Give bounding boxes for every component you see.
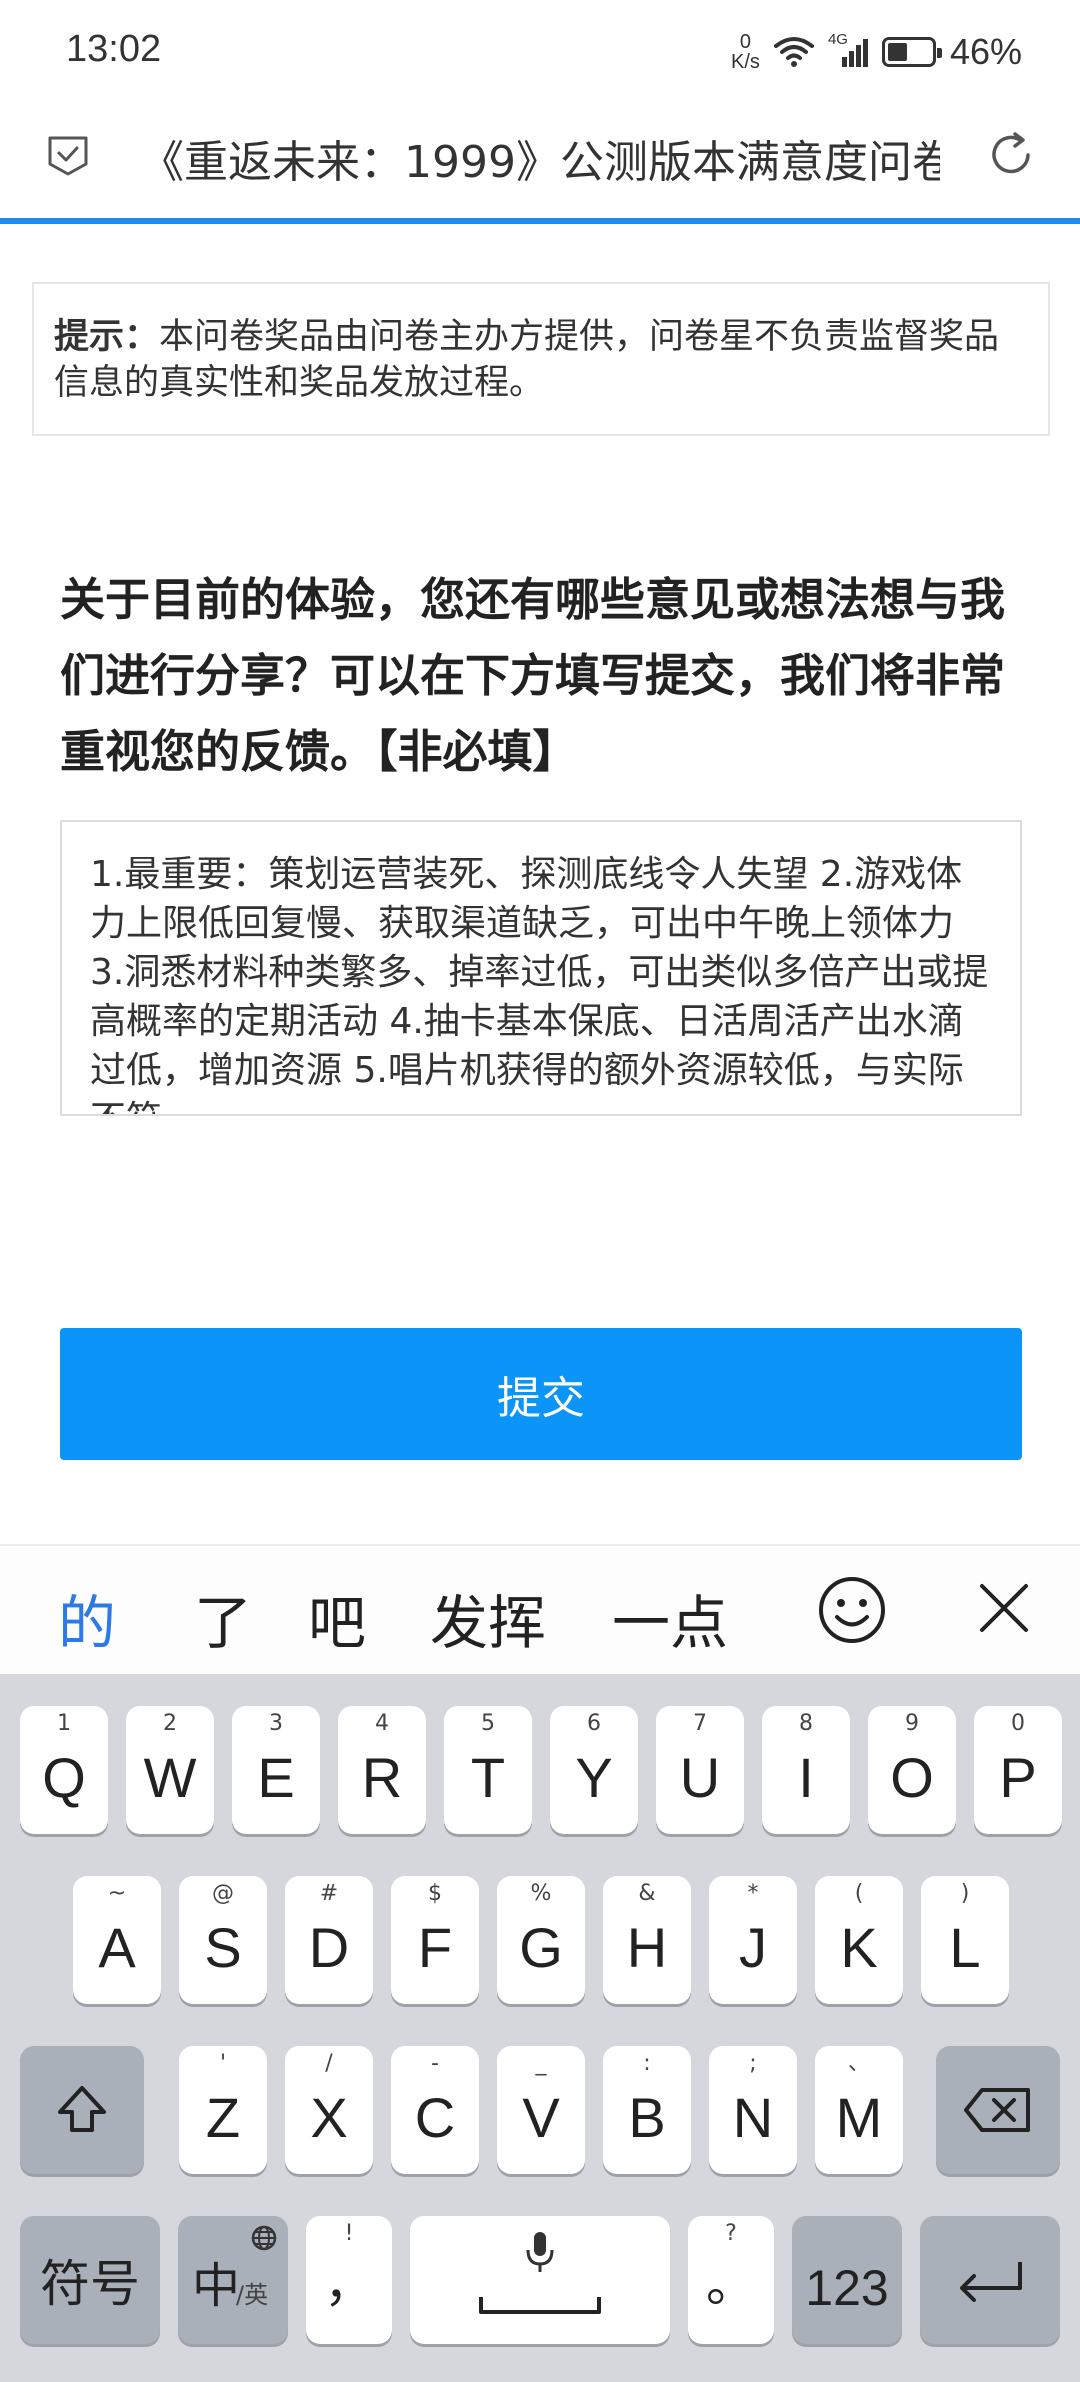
key-z[interactable]: ' Z	[179, 2046, 267, 2174]
key-l[interactable]: ) L	[921, 1876, 1009, 2004]
period-key[interactable]: ?。	[688, 2216, 774, 2344]
close-keyboard-icon[interactable]	[976, 1580, 1032, 1636]
prize-notice: 提示：本问卷奖品由问卷主办方提供，问卷星不负责监督奖品信息的真实性和奖品发放过程…	[32, 282, 1050, 436]
key-b[interactable]: :B	[603, 2046, 691, 2174]
numbers-key[interactable]: 123	[792, 2216, 902, 2344]
key-r[interactable]: 4R	[338, 1706, 426, 1834]
enter-icon	[960, 2262, 1022, 2302]
candidate-1[interactable]: 的	[58, 1576, 116, 1660]
symbols-key[interactable]: 符号	[20, 2216, 160, 2344]
shift-key[interactable]	[20, 2046, 144, 2174]
backspace-icon	[964, 2088, 1030, 2132]
key-p[interactable]: 0P	[974, 1706, 1062, 1834]
page-title: 《重返未来：1999》公测版本满意度问卷	[140, 137, 940, 188]
key-q[interactable]: 1Q	[20, 1706, 108, 1834]
space-bar-icon	[479, 2297, 601, 2314]
key-d[interactable]: # D	[285, 1876, 373, 2004]
key-j[interactable]: * J	[709, 1876, 797, 2004]
ime-candidate-bar: 的 了 吧 发挥 一点	[0, 1544, 1080, 1674]
question-title: 关于目前的体验，您还有哪些意见或想法想与我们进行分享？可以在下方填写提交，我们将…	[60, 573, 1006, 778]
cell-signal-icon: 4G	[828, 31, 868, 69]
key-a[interactable]: ~ A	[73, 1876, 161, 2004]
checkbox-shield-icon[interactable]	[46, 132, 90, 176]
key-o[interactable]: 9O	[868, 1706, 956, 1834]
key-y[interactable]: 6Y	[550, 1706, 638, 1834]
notice-text: 本问卷奖品由问卷主办方提供，问卷星不负责监督奖品信息的真实性和奖品发放过程。	[54, 317, 1000, 403]
net-speed-unit: K/s	[731, 51, 760, 73]
key-c[interactable]: -C	[391, 2046, 479, 2174]
net-speed-value: 0	[739, 31, 752, 53]
enter-key[interactable]	[920, 2216, 1060, 2344]
answer-textarea[interactable]: 1.最重要：策划运营装死、探测底线令人失望 2.游戏体力上限低回复慢、获取渠道缺…	[60, 820, 1022, 1116]
key-w[interactable]: 2W	[126, 1706, 214, 1834]
status-bar: 13:02 0 K/s 4G 46%	[0, 0, 1080, 106]
key-n[interactable]: ; N	[709, 2046, 797, 2174]
key-g[interactable]: % G	[497, 1876, 585, 2004]
key-e[interactable]: 3E	[232, 1706, 320, 1834]
key-v[interactable]: _ V	[497, 2046, 585, 2174]
comma-key[interactable]: !，	[306, 2216, 392, 2344]
backspace-key[interactable]	[936, 2046, 1060, 2174]
language-switch-key[interactable]: 中 /英	[178, 2216, 288, 2344]
language-sub: /英	[236, 2281, 269, 2309]
key-m[interactable]: 、 M	[815, 2046, 903, 2174]
key-h[interactable]: & H	[603, 1876, 691, 2004]
net-speed: 0 K/s	[731, 32, 760, 72]
submit-button[interactable]: 提交	[60, 1328, 1022, 1460]
globe-icon	[251, 2225, 277, 2251]
language-main: 中	[192, 2258, 241, 2314]
candidate-4[interactable]: 发挥	[430, 1576, 546, 1660]
key-x[interactable]: / X	[285, 2046, 373, 2174]
key-u[interactable]: 7U	[656, 1706, 744, 1834]
status-icons: 0 K/s 4G 46%	[731, 24, 1022, 80]
shift-icon	[58, 2086, 106, 2132]
space-key[interactable]	[410, 2216, 670, 2344]
notice-label: 提示：	[54, 317, 160, 357]
battery-fill	[887, 43, 907, 61]
emoji-icon[interactable]	[816, 1574, 888, 1646]
battery-percent: 46%	[949, 31, 1022, 72]
keyboard: 1Q 2W 3E 4R 5T 6Y 7U 8I 9O 0P ~ A @ S # D $…	[0, 1674, 1080, 2382]
title-bar: 《重返未来：1999》公测版本满意度问卷	[0, 106, 1080, 224]
battery-icon	[881, 37, 942, 67]
key-k[interactable]: (K	[815, 1876, 903, 2004]
key-f[interactable]: $ F	[391, 1876, 479, 2004]
candidate-2[interactable]: 了	[194, 1576, 252, 1660]
candidate-5[interactable]: 一点	[612, 1576, 728, 1660]
microphone-icon	[526, 2232, 554, 2272]
key-i[interactable]: 8I	[762, 1706, 850, 1834]
refresh-icon[interactable]	[984, 128, 1038, 182]
candidate-3[interactable]: 吧	[308, 1576, 366, 1660]
status-time: 13:02	[66, 28, 162, 70]
wifi-icon	[773, 37, 814, 67]
key-t[interactable]: 5T	[444, 1706, 532, 1834]
key-s[interactable]: @ S	[179, 1876, 267, 2004]
